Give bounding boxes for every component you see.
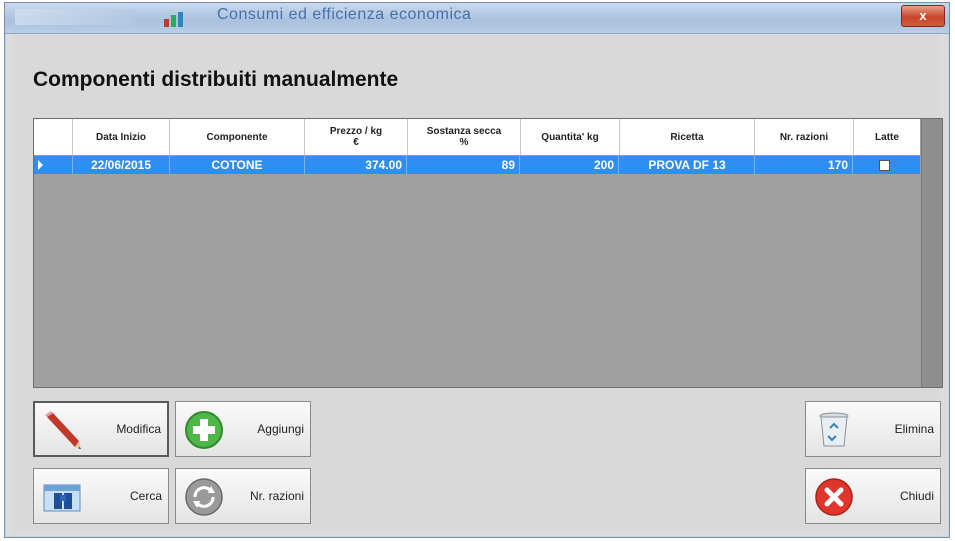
column-header-sostanza-secca[interactable]: Sostanza secca % bbox=[408, 119, 521, 155]
elimina-button[interactable]: Elimina bbox=[805, 401, 941, 457]
nr-razioni-label: Nr. razioni bbox=[249, 489, 304, 503]
column-header-data-inizio[interactable]: Data Inizio bbox=[73, 119, 170, 155]
aggiungi-button[interactable]: Aggiungi bbox=[175, 401, 311, 457]
column-header-componente[interactable]: Componente bbox=[170, 119, 305, 155]
cerca-button[interactable]: Cerca bbox=[33, 468, 169, 524]
page-title: Componenti distribuiti manualmente bbox=[33, 68, 399, 91]
row-selector[interactable] bbox=[34, 156, 73, 174]
column-header-quantita[interactable]: Quantita' kg bbox=[521, 119, 620, 155]
window-close-button[interactable]: x bbox=[901, 5, 945, 27]
components-grid[interactable]: Data Inizio Componente Prezzo / kg € Sos… bbox=[33, 118, 943, 388]
title-bar[interactable]: Consumi ed efficienza economica x bbox=[5, 3, 949, 34]
cerca-label: Cerca bbox=[129, 489, 162, 503]
latte-checkbox[interactable] bbox=[879, 160, 890, 171]
cell-quantita[interactable]: 200 bbox=[521, 156, 619, 174]
column-header-ricetta[interactable]: Ricetta bbox=[620, 119, 755, 155]
table-row[interactable]: 22/06/2015 COTONE 374.00 89 200 PROVA DF… bbox=[34, 156, 920, 174]
main-window: Consumi ed efficienza economica x Compon… bbox=[4, 2, 950, 538]
column-header-nr-razioni[interactable]: Nr. razioni bbox=[755, 119, 854, 155]
close-circle-icon bbox=[815, 478, 853, 516]
cell-nr-razioni[interactable]: 170 bbox=[755, 156, 853, 174]
grid-header: Data Inizio Componente Prezzo / kg € Sos… bbox=[34, 119, 920, 156]
pencil-icon bbox=[45, 411, 81, 449]
window-title: Consumi ed efficienza economica bbox=[217, 6, 472, 23]
cell-componente[interactable]: COTONE bbox=[170, 156, 305, 174]
cell-sostanza-secca[interactable]: 89 bbox=[408, 156, 520, 174]
plus-circle-icon bbox=[185, 411, 223, 449]
chiudi-label: Chiudi bbox=[899, 489, 934, 503]
vertical-scrollbar[interactable] bbox=[921, 119, 942, 387]
recycle-bin-icon bbox=[819, 412, 849, 447]
refresh-icon bbox=[185, 478, 223, 516]
app-icon bbox=[164, 12, 183, 27]
cell-ricetta[interactable]: PROVA DF 13 bbox=[620, 156, 755, 174]
title-bar-left-area bbox=[15, 9, 135, 25]
aggiungi-label: Aggiungi bbox=[257, 422, 304, 436]
row-pointer-icon bbox=[38, 160, 43, 170]
column-header-prezzo[interactable]: Prezzo / kg € bbox=[305, 119, 408, 155]
column-header-latte[interactable]: Latte bbox=[854, 119, 920, 155]
elimina-label: Elimina bbox=[894, 422, 934, 436]
modifica-label: Modifica bbox=[116, 422, 161, 436]
client-area: Componenti distribuiti manualmente Data … bbox=[13, 35, 943, 533]
grid-header-selector bbox=[34, 119, 73, 155]
modifica-button[interactable]: Modifica bbox=[33, 401, 169, 457]
cell-data-inizio[interactable]: 22/06/2015 bbox=[73, 156, 170, 174]
nr-razioni-button[interactable]: Nr. razioni bbox=[175, 468, 311, 524]
chiudi-button[interactable]: Chiudi bbox=[805, 468, 941, 524]
cell-prezzo[interactable]: 374.00 bbox=[305, 156, 407, 174]
binoculars-icon bbox=[43, 484, 81, 512]
cell-latte[interactable] bbox=[854, 156, 920, 174]
